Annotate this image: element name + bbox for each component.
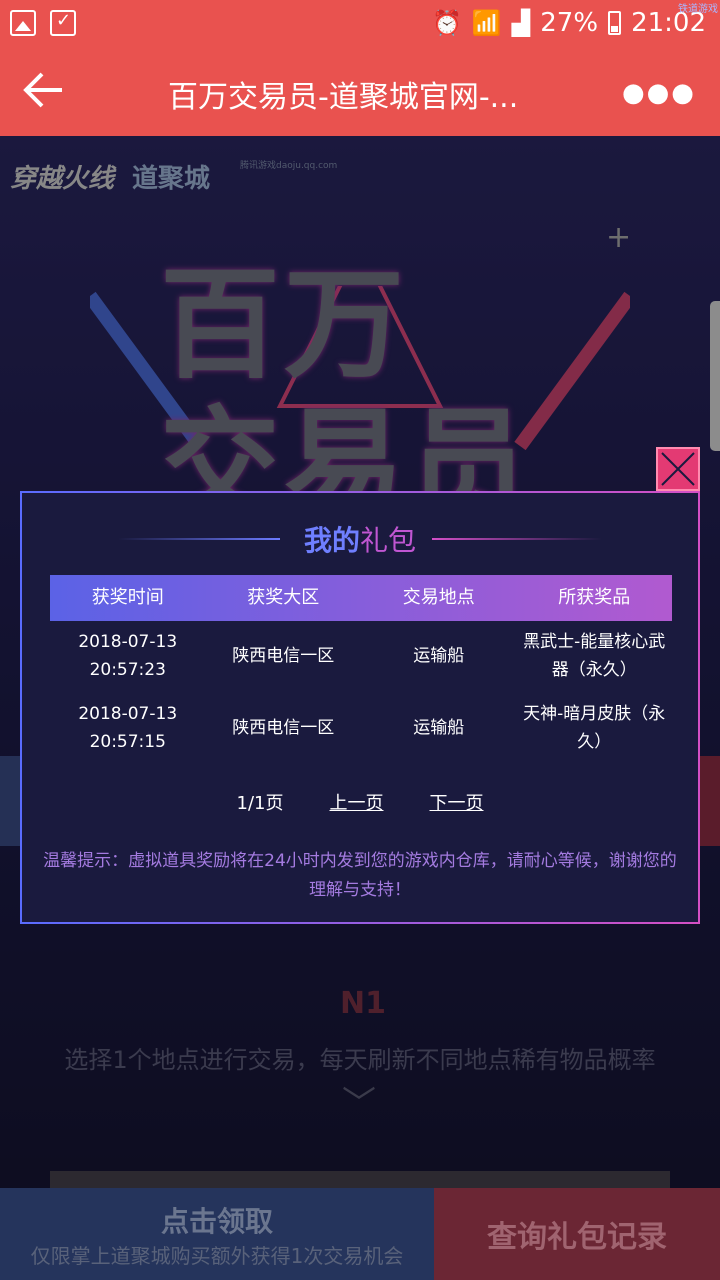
cell-prize: 天神-暗月皮肤（永久） <box>523 704 666 752</box>
back-arrow-icon[interactable] <box>22 68 70 116</box>
column-header: 获奖大区 <box>247 587 320 608</box>
alarm-icon: ⏰ <box>432 9 462 37</box>
cell-region: 陕西电信一区 <box>232 646 335 666</box>
table-header: 获奖时间 获奖大区 交易地点 所获奖品 <box>50 575 672 621</box>
corner-watermark: 铁道游戏 <box>678 4 718 15</box>
table-row: 2018-07-13 20:57:15 陕西电信一区 运输船 天神-暗月皮肤（永… <box>50 699 672 757</box>
close-icon[interactable] <box>656 447 700 491</box>
more-menu-icon[interactable]: ●●● <box>622 78 696 108</box>
dialog-title-part1: 我的 <box>303 524 360 557</box>
table-row: 2018-07-13 20:57:23 陕西电信一区 运输船 黑武士-能量核心武… <box>50 627 672 685</box>
column-header: 交易地点 <box>402 587 475 608</box>
warm-tip: 温馨提示：虚拟道具奖励将在24小时内发到您的游戏内仓库，请耐心等候，谢谢您的理解… <box>43 851 677 900</box>
bottom-action-bar: 点击领取 仅限掌上道聚城购买额外获得1次交易机会 查询礼包记录 <box>0 1188 720 1280</box>
cell-prize: 黑武士-能量核心武器（永久） <box>523 632 666 680</box>
column-header: 获奖时间 <box>91 587 164 608</box>
prev-page-link[interactable]: 上一页 <box>329 789 383 815</box>
cell-time: 2018-07-13 20:57:23 <box>78 632 178 680</box>
cell-location: 运输船 <box>413 718 465 738</box>
battery-icon <box>608 11 622 35</box>
page-title: 百万交易员-道聚城官网-... <box>168 80 519 115</box>
status-bar: ⏰ 📶 ▟ 27% 21:02 铁道游戏 <box>0 0 720 50</box>
app-bar: 百万交易员-道聚城官网-... ●●● <box>0 50 720 136</box>
pagination: 1/1页 上一页 下一页 <box>22 789 698 815</box>
claim-button-label: 点击领取 <box>160 1205 273 1238</box>
signal-icon: ▟ <box>511 9 531 37</box>
cell-region: 陕西电信一区 <box>232 718 335 738</box>
cell-location: 运输船 <box>413 646 465 666</box>
gift-dialog: 我的礼包 获奖时间 获奖大区 交易地点 所获奖品 2018-07-13 20:5… <box>20 491 700 924</box>
status-right: ⏰ 📶 ▟ 27% 21:02 <box>432 8 706 38</box>
wifi-icon: 📶 <box>471 9 502 37</box>
dialog-title: 我的礼包 <box>22 519 698 559</box>
next-page-link[interactable]: 下一页 <box>429 789 483 815</box>
status-left-icons <box>10 10 76 36</box>
task-notification-icon <box>50 10 76 36</box>
page-info: 1/1页 <box>236 793 284 814</box>
gallery-notification-icon <box>10 10 36 36</box>
column-header: 所获奖品 <box>558 587 631 608</box>
battery-percent: 27% <box>540 8 599 38</box>
claim-button-sublabel: 仅限掌上道聚城购买额外获得1次交易机会 <box>30 1244 404 1268</box>
claim-button[interactable]: 点击领取 仅限掌上道聚城购买额外获得1次交易机会 <box>0 1188 434 1280</box>
cell-time: 2018-07-13 20:57:15 <box>78 704 178 752</box>
query-records-button[interactable]: 查询礼包记录 <box>434 1188 720 1280</box>
dialog-title-part2: 礼包 <box>360 524 417 557</box>
